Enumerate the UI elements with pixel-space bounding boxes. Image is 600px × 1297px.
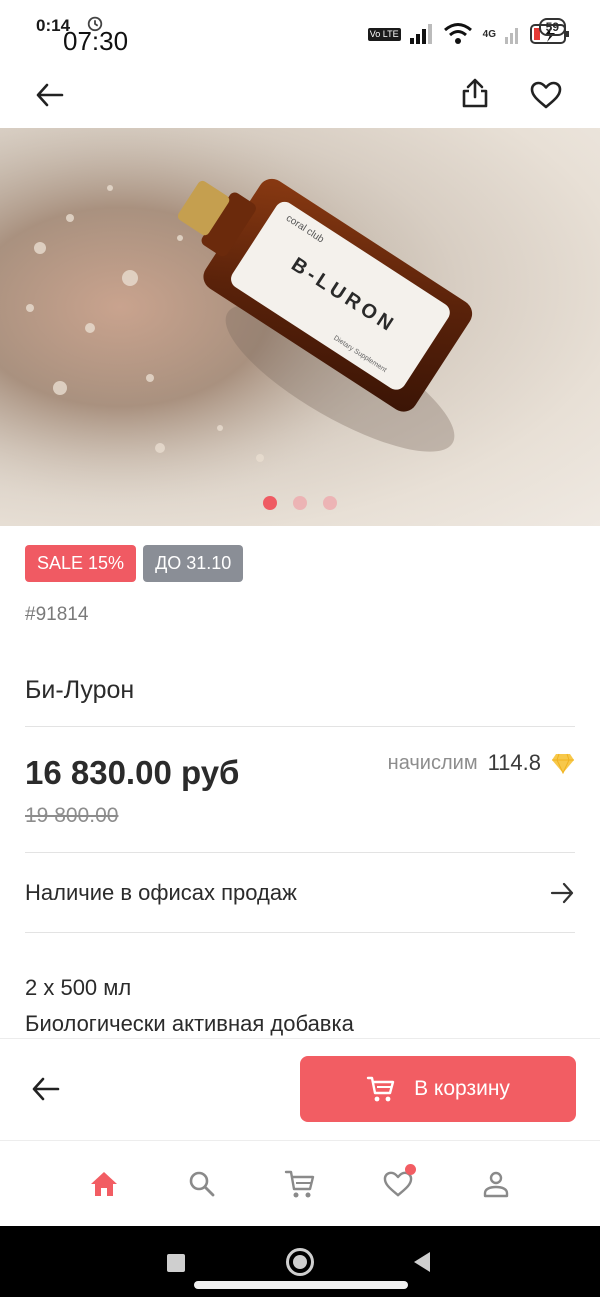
network-type: 4G <box>482 28 496 40</box>
gem-icon <box>552 753 574 774</box>
sale-badge: SALE 15% <box>25 545 137 582</box>
share-button[interactable] <box>453 71 497 115</box>
system-navigation-bar <box>0 1226 600 1297</box>
nav-home[interactable] <box>74 1154 134 1214</box>
home-icon <box>91 1171 117 1196</box>
home-system-button[interactable] <box>286 1248 314 1276</box>
add-to-cart-label: В корзину <box>414 1077 510 1100</box>
divider <box>25 852 575 853</box>
description-type: Биологически активная добавка <box>25 1011 354 1036</box>
offices-label: Наличие в офисах продаж <box>25 880 297 905</box>
bottom-navigation <box>0 1140 600 1226</box>
carousel-dot-2[interactable] <box>293 496 307 510</box>
nav-favorites[interactable] <box>368 1154 428 1214</box>
product-sku: #91814 <box>25 604 89 625</box>
signal-icon <box>409 24 432 44</box>
product-image-carousel[interactable]: B-LURON coral club Dietary Supplement <box>0 128 600 526</box>
wifi-icon <box>443 23 472 44</box>
product-title: Би-Лурон <box>25 676 135 704</box>
status-bar: 0:14 07:30 Vo LTE 4G 59 <box>0 0 600 62</box>
nav-profile[interactable] <box>466 1154 526 1214</box>
offices-availability-row[interactable]: Наличие в офисах продаж <box>25 862 575 924</box>
back-button[interactable] <box>28 73 72 117</box>
signal-2-icon <box>505 28 518 44</box>
old-price: 19 800.00 <box>25 804 119 827</box>
price: 16 830.00 руб <box>25 754 240 791</box>
battery-percent: 59 <box>538 18 566 36</box>
bonus-value: 114.8 <box>487 750 541 775</box>
badges-row: SALE 15% ДО 31.10 <box>25 545 244 582</box>
favorites-notification-dot <box>405 1163 416 1175</box>
profile-icon <box>483 1171 509 1197</box>
description-volume: 2 x 500 мл <box>25 975 132 1000</box>
arrow-left-icon <box>36 83 64 107</box>
action-bar: В корзину <box>0 1038 600 1140</box>
bonus-points: начислим 114.8 <box>388 750 575 776</box>
carousel-dot-3[interactable] <box>323 496 337 510</box>
carousel-dot-1[interactable] <box>263 496 277 510</box>
favorite-button[interactable] <box>524 73 568 117</box>
heart-icon <box>530 81 562 109</box>
gesture-pill[interactable] <box>194 1281 408 1289</box>
promo-until-badge: ДО 31.10 <box>143 545 244 582</box>
divider <box>25 932 575 933</box>
bottom-back-button[interactable] <box>24 1067 68 1111</box>
nav-search[interactable] <box>172 1154 232 1214</box>
search-icon <box>189 1171 215 1196</box>
cart-icon <box>284 1170 315 1197</box>
overlay-time: 07:30 <box>63 26 129 56</box>
top-bar <box>0 62 600 128</box>
add-to-cart-button[interactable]: В корзину <box>300 1056 576 1122</box>
carousel-indicator <box>0 496 600 510</box>
volte-indicator: Vo LTE <box>367 27 401 41</box>
share-icon <box>462 78 488 108</box>
nav-cart[interactable] <box>270 1154 330 1214</box>
arrow-right-icon <box>550 882 574 904</box>
product-photo: B-LURON coral club Dietary Supplement <box>0 128 600 526</box>
cart-icon <box>366 1076 395 1102</box>
arrow-left-icon <box>32 1077 60 1101</box>
recent-apps-button[interactable] <box>167 1254 185 1272</box>
divider <box>25 726 575 727</box>
back-system-button[interactable] <box>414 1252 430 1272</box>
bonus-label: начислим <box>387 751 478 774</box>
